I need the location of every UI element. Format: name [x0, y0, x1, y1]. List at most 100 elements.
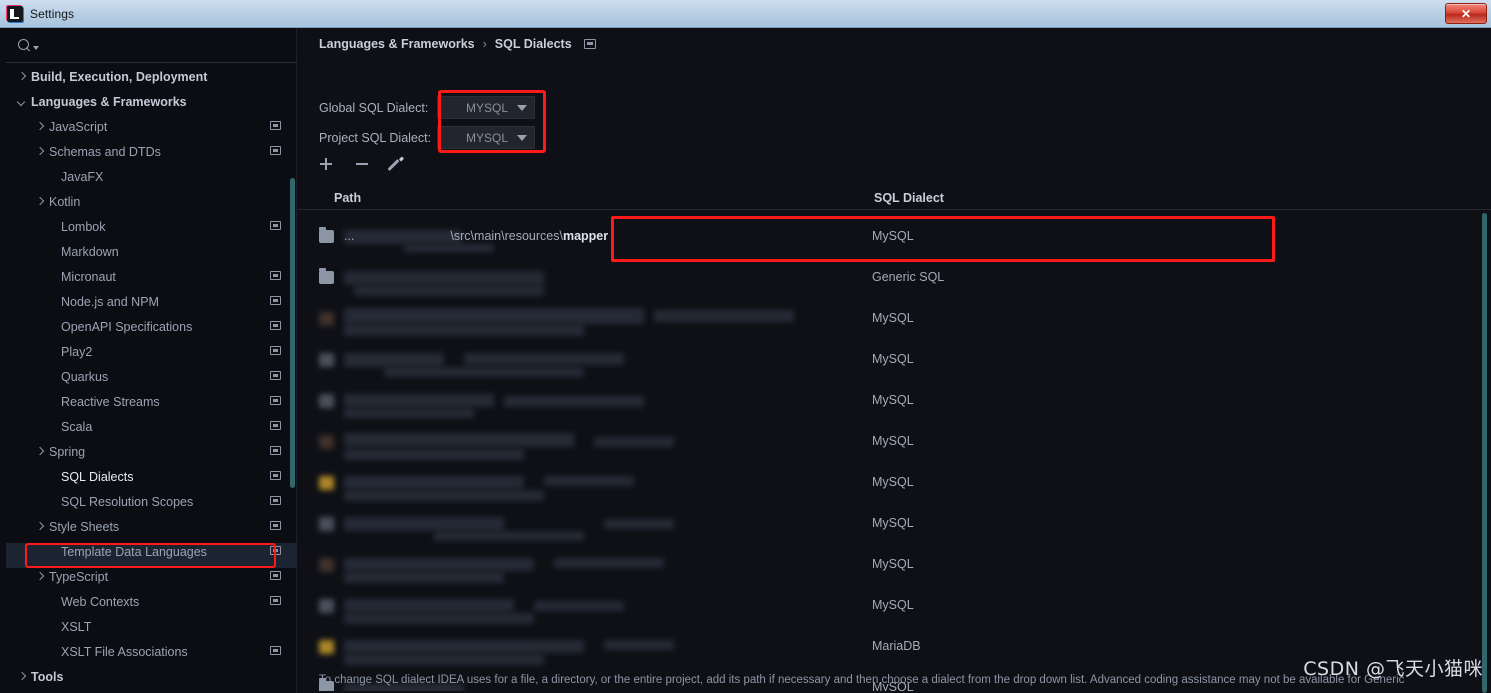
sidebar-item-lombok[interactable]: Lombok: [6, 214, 297, 239]
breadcrumb-parent[interactable]: Languages & Frameworks: [319, 37, 475, 51]
sidebar-scrollbar[interactable]: [290, 178, 295, 488]
file-grey-icon: [319, 394, 334, 408]
dialect-cell[interactable]: MySQL: [872, 229, 914, 243]
sidebar-item-languages-frameworks[interactable]: Languages & Frameworks: [6, 89, 297, 114]
redacted-path-block: [344, 408, 474, 418]
dialect-cell[interactable]: MySQL: [872, 434, 914, 448]
chevron-down-icon[interactable]: [16, 96, 27, 107]
sidebar-item-spring[interactable]: Spring: [6, 439, 297, 464]
settings-content: Languages & Frameworks › SQL Dialects Gl…: [298, 28, 1491, 693]
copy-settings-icon[interactable]: [270, 646, 281, 655]
redacted-path-block: [344, 394, 494, 407]
close-button[interactable]: ✕: [1445, 3, 1487, 24]
global-dialect-dropdown[interactable]: MYSQL: [437, 96, 535, 119]
dialect-cell[interactable]: MySQL: [872, 475, 914, 489]
search-input[interactable]: [44, 38, 264, 52]
chevron-right-icon[interactable]: [34, 196, 45, 207]
copy-settings-icon[interactable]: [270, 296, 281, 305]
edit-path-button[interactable]: [390, 156, 406, 172]
settings-tree: Build, Execution, Deployment Languages & …: [6, 64, 297, 693]
column-header-dialect[interactable]: SQL Dialect: [874, 191, 944, 205]
sidebar-item-micronaut[interactable]: Micronaut: [6, 264, 297, 289]
dialect-cell[interactable]: MySQL: [872, 311, 914, 325]
dialect-cell[interactable]: MySQL: [872, 393, 914, 407]
table-row[interactable]: MySQL: [298, 462, 1491, 503]
chevron-right-icon[interactable]: [16, 671, 27, 682]
sidebar-item-javascript[interactable]: JavaScript: [6, 114, 297, 139]
chevron-right-icon[interactable]: [34, 146, 45, 157]
sidebar-item-web-contexts[interactable]: Web Contexts: [6, 589, 297, 614]
copy-settings-icon[interactable]: [270, 371, 281, 380]
sidebar-item-javafx[interactable]: JavaFX: [6, 164, 297, 189]
table-row[interactable]: MySQL: [298, 298, 1491, 339]
copy-settings-icon[interactable]: [583, 39, 596, 49]
table-row[interactable]: MySQL: [298, 421, 1491, 462]
dialect-cell[interactable]: MySQL: [872, 598, 914, 612]
copy-settings-icon[interactable]: [270, 596, 281, 605]
copy-settings-icon[interactable]: [270, 546, 281, 555]
redacted-path-block: [464, 353, 624, 365]
remove-path-button[interactable]: [354, 156, 370, 172]
table-row[interactable]: MySQL: [298, 544, 1491, 585]
copy-settings-icon[interactable]: [270, 421, 281, 430]
chevron-right-icon[interactable]: [34, 121, 45, 132]
copy-settings-icon[interactable]: [270, 121, 281, 130]
copy-settings-icon[interactable]: [270, 396, 281, 405]
dialect-cell[interactable]: MariaDB: [872, 639, 921, 653]
sidebar-item-xslt-file-associations[interactable]: XSLT File Associations: [6, 639, 297, 664]
copy-settings-icon[interactable]: [270, 221, 281, 230]
sidebar-item-tools[interactable]: Tools: [6, 664, 297, 689]
sidebar-item-play2[interactable]: Play2: [6, 339, 297, 364]
chevron-right-icon[interactable]: [34, 446, 45, 457]
sidebar-item-quarkus[interactable]: Quarkus: [6, 364, 297, 389]
sidebar-item-xslt[interactable]: XSLT: [6, 614, 297, 639]
table-row[interactable]: ... \src\main\resources\mapper MySQL: [298, 216, 1491, 257]
column-header-path[interactable]: Path: [334, 191, 361, 205]
sidebar-item-typescript[interactable]: TypeScript: [6, 564, 297, 589]
sidebar-item-schemas-and-dtds[interactable]: Schemas and DTDs: [6, 139, 297, 164]
redacted-path-block: [594, 437, 674, 447]
table-row[interactable]: MariaDB: [298, 626, 1491, 667]
sidebar-item-label: Reactive Streams: [61, 394, 160, 409]
sidebar-item-template-data-languages[interactable]: Template Data Languages: [6, 539, 297, 564]
sidebar-item-sql-resolution-scopes[interactable]: SQL Resolution Scopes: [6, 489, 297, 514]
add-path-button[interactable]: [318, 156, 334, 172]
table-row[interactable]: MySQL: [298, 585, 1491, 626]
sidebar-item-style-sheets[interactable]: Style Sheets: [6, 514, 297, 539]
table-scrollbar[interactable]: [1482, 213, 1487, 693]
copy-settings-icon[interactable]: [270, 496, 281, 505]
sidebar-item-sql-dialects[interactable]: SQL Dialects: [6, 464, 297, 489]
chevron-right-icon[interactable]: [16, 71, 27, 82]
copy-settings-icon[interactable]: [270, 471, 281, 480]
table-row[interactable]: Generic SQL: [298, 257, 1491, 298]
copy-settings-icon[interactable]: [270, 446, 281, 455]
copy-settings-icon[interactable]: [270, 346, 281, 355]
dialect-cell[interactable]: Generic SQL: [872, 270, 944, 284]
copy-settings-icon[interactable]: [270, 146, 281, 155]
search-box[interactable]: [6, 28, 297, 63]
copy-settings-icon[interactable]: [270, 521, 281, 530]
copy-settings-icon[interactable]: [270, 271, 281, 280]
redacted-path-block: [404, 244, 494, 252]
table-row[interactable]: MySQL: [298, 380, 1491, 421]
copy-settings-icon[interactable]: [270, 571, 281, 580]
redacted-path-block: [344, 271, 544, 285]
dialect-cell[interactable]: MySQL: [872, 557, 914, 571]
sidebar-item-markdown[interactable]: Markdown: [6, 239, 297, 264]
sidebar-item-openapi-specifications[interactable]: OpenAPI Specifications: [6, 314, 297, 339]
table-row[interactable]: MySQL: [298, 339, 1491, 380]
sidebar-item-kotlin[interactable]: Kotlin: [6, 189, 297, 214]
sidebar-item-node-js-and-npm[interactable]: Node.js and NPM: [6, 289, 297, 314]
sidebar-item-scala[interactable]: Scala: [6, 414, 297, 439]
chevron-right-icon[interactable]: [34, 571, 45, 582]
table-row[interactable]: MySQL: [298, 503, 1491, 544]
project-dialect-dropdown[interactable]: MYSQL: [437, 126, 535, 149]
chevron-right-icon[interactable]: [34, 521, 45, 532]
sidebar-item-reactive-streams[interactable]: Reactive Streams: [6, 389, 297, 414]
sidebar-item-build-execution-deployment[interactable]: Build, Execution, Deployment: [6, 64, 297, 89]
copy-settings-icon[interactable]: [270, 321, 281, 330]
dialect-cell[interactable]: MySQL: [872, 352, 914, 366]
dialect-cell[interactable]: MySQL: [872, 516, 914, 530]
sidebar-item-label: Template Data Languages: [61, 544, 207, 559]
